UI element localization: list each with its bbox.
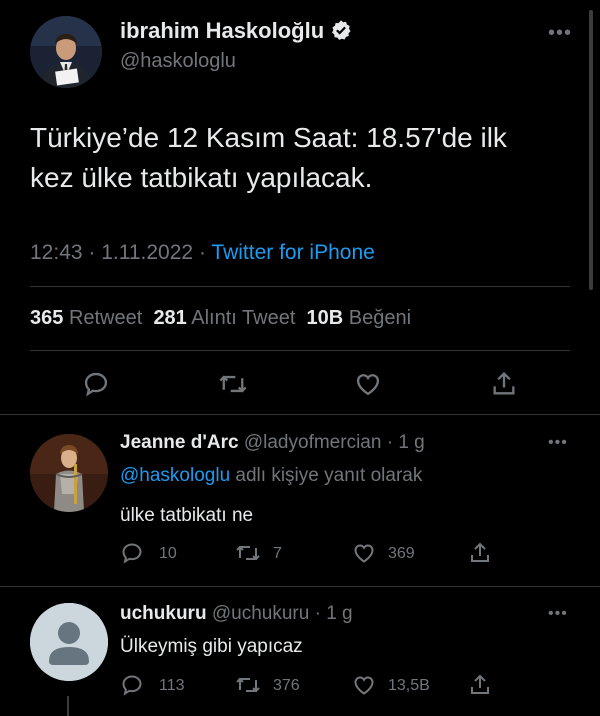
reply-1-like-button[interactable] xyxy=(352,541,376,570)
reply-text-jeanne: ülke tatbikatı ne xyxy=(120,505,254,526)
quotes-stat[interactable]: 281 Alıntı Tweet xyxy=(153,307,295,329)
tweet-date[interactable]: 1.11.2022 xyxy=(101,241,193,264)
author-avatar[interactable] xyxy=(30,16,102,88)
like-icon xyxy=(354,544,374,563)
retweets-stat[interactable]: 365 Retweet xyxy=(30,307,142,329)
reply-author-name[interactable]: uchukuru xyxy=(120,603,207,624)
thread-connector-line xyxy=(67,696,69,716)
retweet-icon[interactable] xyxy=(218,370,248,403)
reply-1-reply-button[interactable] xyxy=(120,541,144,570)
reply-avatar-image xyxy=(30,434,108,512)
reply-2-reply-button[interactable] xyxy=(120,673,144,702)
reply-author-handle[interactable]: @uchukuru xyxy=(212,603,309,624)
reply-age[interactable]: 1 g xyxy=(398,432,424,453)
reply-header-jeanne: Jeanne d'Arc @ladyofmercian · 1 g xyxy=(120,432,425,453)
share-icon xyxy=(471,542,489,562)
reply-author-handle[interactable]: @ladyofmercian xyxy=(244,432,382,453)
tweet-text: Türkiye’de 12 Kasım Saat: 18.57'de ilk k… xyxy=(30,118,575,198)
reply-text-uchukuru: Ülkeymiş gibi yapıcaz xyxy=(120,636,303,657)
tweet-text-line-2: kez ülke tatbikatı yapılacak. xyxy=(30,162,373,193)
author-handle: @haskologlu xyxy=(120,50,236,72)
tweet-time[interactable]: 12:43 xyxy=(30,241,83,264)
reply-1-like-count: 369 xyxy=(388,545,415,562)
reply-age[interactable]: 1 g xyxy=(326,603,352,624)
share-icon[interactable] xyxy=(490,370,518,403)
replying-to-handle[interactable]: @haskologlu xyxy=(120,465,230,486)
tweet-stats: 365 Retweet 281 Alıntı Tweet 10B Beğeni xyxy=(30,307,411,330)
default-avatar-icon xyxy=(30,603,108,681)
reply-more-options-icon[interactable]: ••• xyxy=(548,434,568,452)
verified-badge-icon xyxy=(330,19,352,47)
share-icon xyxy=(471,674,489,694)
reply-2-like-button[interactable] xyxy=(352,673,376,702)
reply-avatar-uchukuru[interactable] xyxy=(30,603,108,681)
reply-1-share-button[interactable] xyxy=(468,541,492,570)
likes-stat[interactable]: 10B Beğeni xyxy=(307,307,412,329)
author-name[interactable]: ibrahim Haskoloğlu xyxy=(120,18,352,47)
reply-icon xyxy=(122,543,142,564)
divider-stats xyxy=(30,350,570,351)
retweet-icon xyxy=(236,677,260,693)
reply-1-retweet-button[interactable] xyxy=(235,541,261,570)
replying-to: @haskologlu adlı kişiye yanıt olarak xyxy=(120,465,422,487)
reply-2-like-count: 13,5B xyxy=(388,677,430,694)
author-avatar-image xyxy=(30,16,102,88)
reply-1-retweet-count: 7 xyxy=(273,545,282,562)
tweet-source[interactable]: Twitter for iPhone xyxy=(211,241,374,264)
more-options-icon[interactable]: ••• xyxy=(548,22,572,45)
reply-2-share-button[interactable] xyxy=(468,673,492,702)
reply-icon[interactable] xyxy=(82,370,110,403)
retweet-icon xyxy=(236,545,260,561)
reply-icon xyxy=(122,675,142,696)
divider-replies xyxy=(0,414,600,415)
tweet-meta: 12:43 · 1.11.2022 · Twitter for iPhone xyxy=(30,241,375,264)
reply-author-name[interactable]: Jeanne d'Arc xyxy=(120,432,239,453)
tweet-text-line-1: Türkiye’de 12 Kasım Saat: 18.57'de ilk xyxy=(30,122,507,153)
like-icon xyxy=(354,676,374,695)
like-icon[interactable] xyxy=(354,370,382,403)
reply-header-uchukuru: uchukuru @uchukuru · 1 g xyxy=(120,603,353,624)
divider-top xyxy=(30,286,570,287)
reply-more-options-icon[interactable]: ••• xyxy=(548,605,568,623)
replying-to-suffix: adlı kişiye yanıt olarak xyxy=(235,465,423,486)
divider-reply-1 xyxy=(0,586,600,587)
reply-2-retweet-button[interactable] xyxy=(235,673,261,702)
reply-1-reply-count: 10 xyxy=(159,545,177,562)
reply-avatar-jeanne[interactable] xyxy=(30,434,108,512)
scrollbar[interactable] xyxy=(589,10,593,290)
author-name-text: ibrahim Haskoloğlu xyxy=(120,18,325,43)
reply-2-reply-count: 113 xyxy=(159,677,185,694)
reply-2-retweet-count: 376 xyxy=(273,677,300,694)
